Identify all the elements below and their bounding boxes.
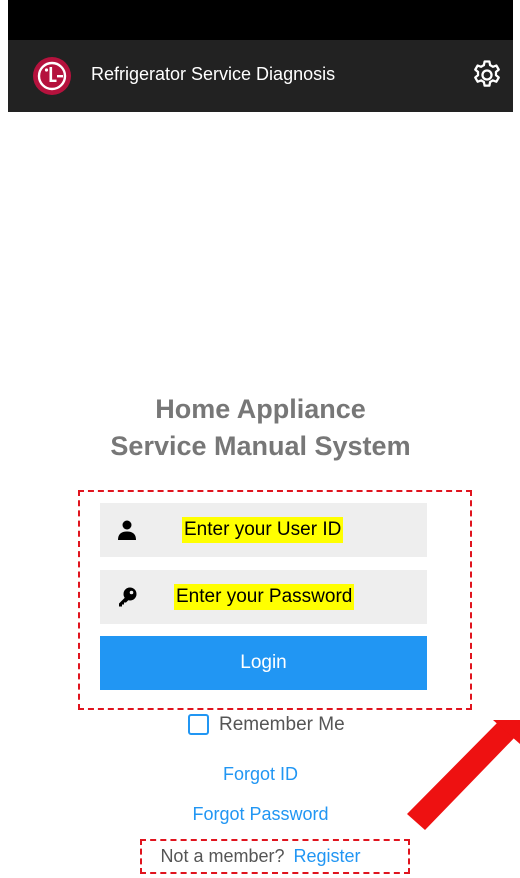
register-link[interactable]: Register bbox=[294, 846, 361, 866]
login-button[interactable]: Login bbox=[100, 636, 427, 690]
page-title-line-2: Service Manual System bbox=[110, 431, 411, 461]
remember-me-label: Remember Me bbox=[219, 714, 345, 735]
lg-logo-icon bbox=[32, 56, 72, 96]
status-bar bbox=[8, 0, 513, 40]
register-row: Not a member? Register bbox=[8, 844, 513, 868]
user-id-input[interactable]: Enter your User ID bbox=[100, 503, 427, 557]
password-input[interactable]: Enter your Password bbox=[100, 570, 427, 624]
settings-button[interactable] bbox=[470, 58, 504, 92]
gear-icon bbox=[474, 60, 500, 87]
app-bar: Refrigerator Service Diagnosis bbox=[8, 40, 513, 112]
password-placeholder: Enter your Password bbox=[174, 584, 355, 610]
register-prompt: Not a member? bbox=[160, 846, 285, 866]
annotation-arrow bbox=[407, 720, 520, 830]
page-title: Home Appliance Service Manual System bbox=[8, 391, 513, 465]
remember-me-checkbox[interactable] bbox=[188, 714, 209, 735]
person-icon bbox=[116, 519, 138, 541]
app-title: Refrigerator Service Diagnosis bbox=[91, 64, 336, 84]
page-title-line-1: Home Appliance bbox=[155, 394, 366, 424]
key-icon bbox=[116, 586, 138, 608]
user-id-placeholder: Enter your User ID bbox=[182, 517, 344, 543]
